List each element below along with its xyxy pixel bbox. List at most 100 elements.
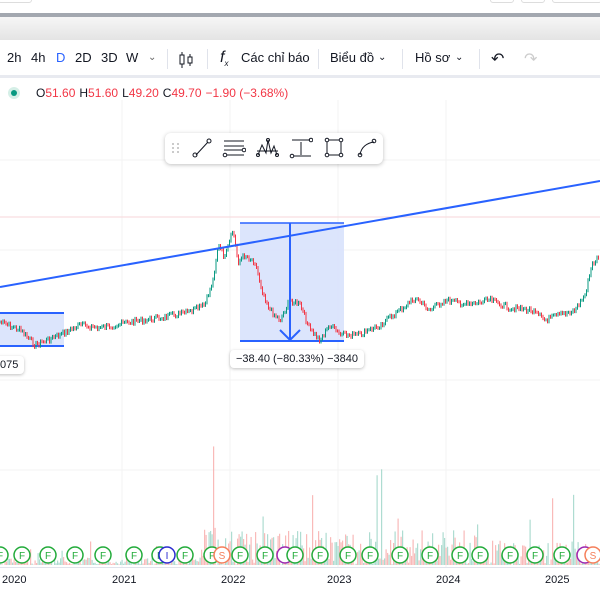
event-marker-S[interactable]: S [584,546,600,564]
volume-bar [250,536,252,565]
event-marker-F[interactable]: F [471,546,489,564]
volume-bar [466,563,468,565]
x-tick: 2023 [327,574,352,586]
x-tick: 2022 [221,574,246,586]
event-marker-F[interactable]: F [421,546,439,564]
pattern-tool-icon[interactable] [255,137,279,159]
event-marker-F[interactable]: F [339,546,357,564]
event-marker-F[interactable]: F [361,546,379,564]
event-marker-F[interactable]: F [0,546,9,564]
volume-bar [72,564,74,565]
volume-bar [7,558,9,565]
event-marker-F[interactable]: F [553,546,571,564]
volume-bar [97,563,99,565]
path-tool-icon[interactable] [355,137,379,159]
svg-text:F: F [262,551,268,562]
volume-bar [571,541,573,565]
volume-bar [441,545,443,565]
volume-bar [414,553,416,565]
volume-bar [372,564,374,565]
volume-bar [64,561,66,565]
volume-bar [193,560,195,565]
volume-bar [549,564,551,565]
svg-text:F: F [100,551,106,562]
event-marker-F[interactable]: F [256,546,274,564]
price-chart[interactable]: FFFFFFFIFFSFFFFFFFFFFFFFS [0,0,600,600]
volume-bar [469,542,471,565]
event-marker-F[interactable]: F [526,546,544,564]
event-marker-F[interactable]: F [94,546,112,564]
svg-text:S: S [590,551,597,562]
rectangle-tool-icon[interactable] [322,137,346,159]
volume-bar [274,558,276,565]
volume-bar [546,555,548,565]
x-tick: 2024 [436,574,461,586]
volume-bar [415,547,417,565]
volume-bar [468,562,470,565]
event-marker-I[interactable]: I [158,546,176,564]
volume-bar [9,558,11,565]
volume-bar [121,559,123,565]
volume-bar [247,562,249,565]
event-marker-F[interactable]: F [391,546,409,564]
event-marker-F[interactable]: F [39,546,57,564]
volume-bar [57,560,59,565]
volume-bar [448,555,450,565]
volume-bar [142,563,144,565]
volume-bar [492,540,494,565]
svg-text:F: F [0,551,3,562]
volume-bar [550,559,552,565]
volume-bar [94,562,96,565]
svg-text:F: F [427,551,433,562]
volume-bar [91,559,93,565]
volume-bar [450,559,452,565]
volume-bar [195,559,197,565]
svg-text:F: F [559,551,565,562]
svg-text:F: F [345,551,351,562]
volume-bar [573,494,575,565]
volume-bar [337,545,339,565]
volume-bar [306,534,308,565]
volume-bar [109,562,111,565]
volume-bar [574,548,576,565]
event-marker-F[interactable]: F [176,546,194,564]
svg-text:S: S [219,551,226,562]
volume-bar [490,562,492,565]
volume-bar [310,558,312,565]
event-marker-F[interactable]: F [66,546,84,564]
measure-label-left: 075 [0,356,25,374]
volume-bar [144,559,146,565]
parallel-lines-tool-icon[interactable] [222,137,246,159]
volume-bar [525,546,527,565]
measure-box-right [240,223,344,341]
event-marker-F[interactable]: F [13,546,31,564]
volume-bar [36,562,38,565]
event-marker-F[interactable]: F [231,546,249,564]
price-range-tool-icon[interactable] [289,137,313,159]
volume-bar [10,558,12,565]
volume-bar [418,560,420,565]
volume-bar [82,559,84,565]
volume-bar [123,563,125,565]
event-marker-F[interactable]: F [311,546,329,564]
volume-bar [489,564,491,565]
volume-bar [114,563,116,565]
volume-bar [412,539,414,565]
svg-text:F: F [457,551,463,562]
volume-bar [96,564,98,565]
event-marker-F[interactable]: F [125,546,143,564]
event-marker-F[interactable]: F [451,546,469,564]
volume-bar [436,560,438,565]
volume-bar [115,561,117,565]
volume-bar [201,549,203,565]
volume-bar [382,559,384,565]
event-marker-S[interactable]: S [213,546,231,564]
volume-bar [334,542,336,565]
volume-bar [304,561,306,565]
event-marker-F[interactable]: F [501,546,519,564]
volume-bar [88,558,90,565]
volume-bar [169,563,171,565]
event-marker-F[interactable]: F [286,546,304,564]
trend-line-tool-icon[interactable] [190,137,214,159]
volume-bar [198,561,200,565]
